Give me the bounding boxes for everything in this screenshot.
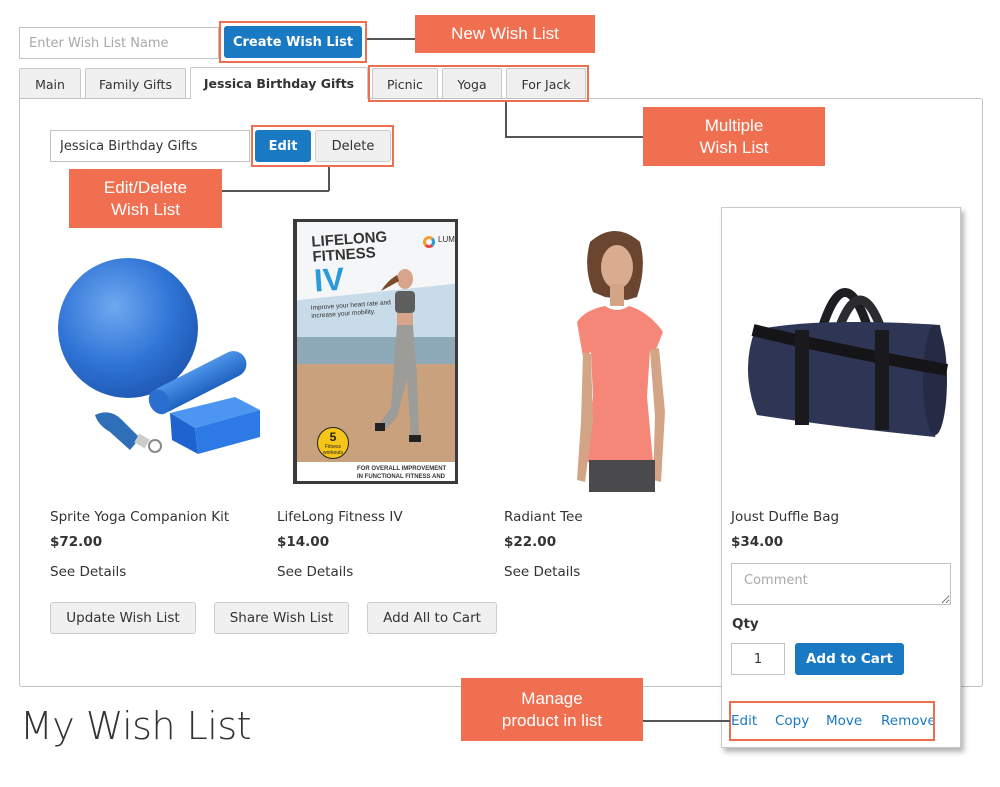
bag-band [875, 330, 889, 430]
update-wish-list-button[interactable]: Update Wish List [50, 602, 196, 634]
extra-tabs-highlight [368, 65, 589, 102]
product-name[interactable]: LifeLong Fitness IV [277, 509, 403, 525]
model-pants [589, 460, 655, 492]
luma-logo-icon [423, 236, 435, 248]
product-price: $34.00 [731, 534, 784, 550]
model-face [601, 245, 633, 289]
wish-list-name-input[interactable] [19, 27, 219, 59]
dvd-cover-image[interactable]: LIFELONG FITNESS IV LUMA Improve your he… [293, 219, 458, 484]
duffle-bag-image[interactable] [735, 255, 950, 455]
callout-new-wish-list: New Wish List [415, 15, 595, 53]
product-name[interactable]: Sprite Yoga Companion Kit [50, 509, 229, 525]
badge-text: Fitness workouts [322, 444, 343, 456]
badge-number: 5 [329, 430, 337, 444]
tab-family-gifts[interactable]: Family Gifts [85, 68, 186, 99]
add-to-cart-button[interactable]: Add to Cart [795, 643, 904, 675]
tab-main[interactable]: Main [19, 68, 81, 99]
callout-manage-product: Manage product in list [461, 678, 643, 741]
product-price: $22.00 [504, 534, 557, 550]
dvd-footer: FOR OVERALL IMPROVEMENT IN FUNCTIONAL FI… [297, 462, 455, 481]
product-name[interactable]: Joust Duffle Bag [731, 509, 839, 525]
callout-text: Edit/Delete [103, 177, 188, 197]
model-neck [610, 284, 624, 306]
callout-text: Wish List [111, 199, 180, 219]
exercise-ball [58, 258, 198, 398]
callout-multiple-wish-list: Multiple Wish List [643, 107, 825, 166]
yoga-kit-image[interactable] [50, 250, 265, 460]
product-name[interactable]: Radiant Tee [504, 509, 583, 525]
tab-jessica-birthday-gifts[interactable]: Jessica Birthday Gifts [190, 67, 368, 99]
callout-text: product in list [501, 710, 603, 730]
runner-figure [375, 269, 421, 442]
yoga-strap [95, 412, 162, 453]
callout-connector [505, 136, 643, 138]
create-button-highlight [219, 21, 367, 63]
product-price: $14.00 [277, 534, 330, 550]
tab-label: Jessica Birthday Gifts [203, 76, 355, 91]
bag-band [795, 330, 809, 425]
callout-connector [328, 167, 330, 191]
callout-text: Manage [521, 688, 583, 708]
manage-links-highlight [729, 701, 935, 741]
tab-label: Main [35, 76, 65, 92]
callout-connector [505, 102, 507, 137]
callout-text: New Wish List [451, 24, 559, 43]
callout-connector [367, 38, 415, 40]
see-details-link[interactable]: See Details [50, 564, 126, 580]
bag-end [923, 325, 947, 435]
workouts-badge: 5 Fitness workouts [317, 427, 349, 459]
qty-input[interactable] [731, 643, 785, 675]
callout-edit-delete: Edit/Delete Wish List [69, 169, 222, 228]
tee-model-image[interactable] [555, 222, 695, 492]
tab-label: Family Gifts [99, 76, 172, 92]
callout-connector [222, 190, 329, 192]
callout-connector [643, 720, 730, 722]
share-wish-list-button[interactable]: Share Wish List [214, 602, 349, 634]
callout-text: Multiple [704, 115, 764, 135]
page-title: My Wish List [20, 704, 252, 748]
yoga-block [170, 397, 260, 454]
qty-label: Qty [732, 616, 759, 632]
see-details-link[interactable]: See Details [504, 564, 580, 580]
list-name-input[interactable] [50, 130, 250, 162]
edit-delete-highlight [251, 125, 394, 167]
dvd-brand: LUMA [438, 235, 455, 244]
callout-text: Wish List [699, 137, 769, 157]
add-all-to-cart-button[interactable]: Add All to Cart [367, 602, 497, 634]
product-price: $72.00 [50, 534, 103, 550]
comment-textarea[interactable] [731, 563, 951, 605]
see-details-link[interactable]: See Details [277, 564, 353, 580]
